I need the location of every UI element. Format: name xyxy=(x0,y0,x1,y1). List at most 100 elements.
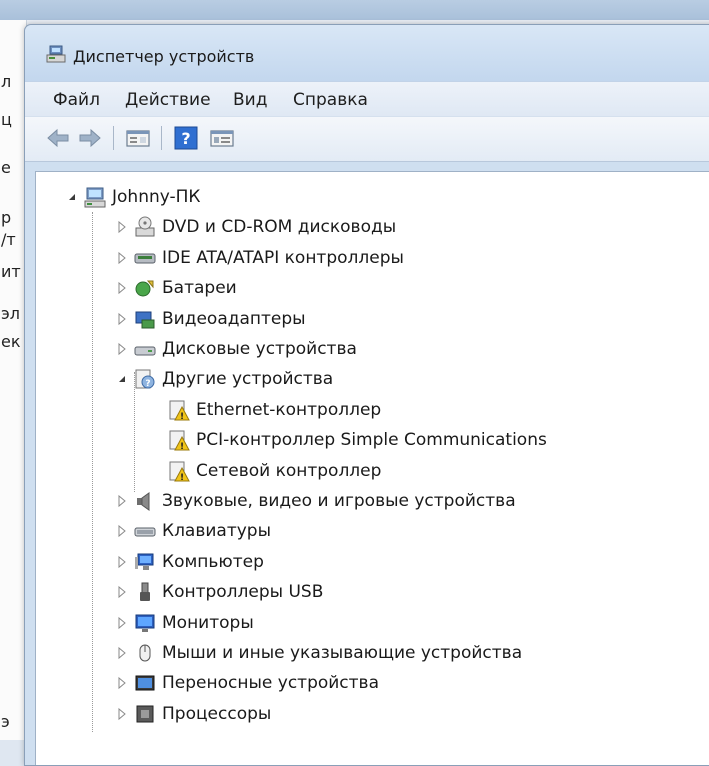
tree-label: Другие устройства xyxy=(162,369,334,390)
collapse-arrow-icon[interactable] xyxy=(64,189,80,205)
collapse-arrow-icon[interactable] xyxy=(114,371,130,387)
view-icon[interactable] xyxy=(209,126,235,150)
background-text: р xyxy=(1,208,12,227)
expand-arrow-icon[interactable] xyxy=(114,341,130,357)
tree-category-node[interactable]: Звуковые, видео и игровые устройства xyxy=(114,486,516,516)
tree-category-node[interactable]: Мыши и иные указывающие устройства xyxy=(114,638,522,668)
tree-device-node[interactable]: ! Ethernet-контроллер xyxy=(148,395,381,425)
tree-label: Видеоадаптеры xyxy=(162,308,306,329)
battery-icon xyxy=(135,280,154,297)
toolbar-separator xyxy=(161,126,162,150)
tree-label: Johnny-ПК xyxy=(112,187,201,207)
tree-label: IDE ATA/ATAPI контроллеры xyxy=(162,247,404,268)
tree-label: Мыши и иные указывающие устройства xyxy=(162,643,523,663)
keyboard-icon xyxy=(134,527,156,537)
menu-file[interactable]: Файл xyxy=(53,90,100,110)
tree-label: Сетевой контроллер xyxy=(196,460,382,481)
toolbar: ? xyxy=(25,116,709,162)
tree-label: PCI-контроллер Simple Communications xyxy=(196,430,547,451)
tree-label: Процессоры xyxy=(162,703,272,724)
expand-arrow-icon[interactable] xyxy=(114,493,130,509)
tree-connector xyxy=(134,372,135,492)
tree-label: DVD и CD-ROM дисководы xyxy=(162,217,397,238)
tree-category-node[interactable]: IDE ATA/ATAPI контроллеры xyxy=(114,243,404,273)
tree-label: Клавиатуры xyxy=(162,521,272,542)
toolbar-separator xyxy=(113,126,114,150)
menu-help[interactable]: Справка xyxy=(293,90,368,110)
tree-label: Звуковые, видео и игровые устройства xyxy=(162,491,516,511)
tree-category-node[interactable]: Батареи xyxy=(114,273,237,303)
tree-category-node[interactable]: Клавиатуры xyxy=(114,516,271,546)
ide-controller-icon xyxy=(134,253,156,264)
disk-drive-icon xyxy=(134,346,156,356)
computer-icon xyxy=(135,553,154,570)
tree-device-node[interactable]: ! Сетевой контроллер xyxy=(148,456,381,486)
expand-arrow-icon[interactable] xyxy=(114,311,130,327)
unknown-device-icon: ? xyxy=(135,369,155,389)
svg-text:!: ! xyxy=(180,412,184,421)
warning-device-icon: ! xyxy=(169,400,190,421)
expand-arrow-icon[interactable] xyxy=(114,615,130,631)
dvd-drive-icon xyxy=(135,216,155,237)
tree-category-node[interactable]: Переносные устройства xyxy=(114,668,379,698)
warning-device-icon: ! xyxy=(169,430,190,451)
device-tree[interactable]: Johnny-ПК DVD и CD-ROM дисководы IDE ATA/A… xyxy=(35,171,709,765)
tree-category-node[interactable]: Мониторы xyxy=(114,608,254,638)
svg-text:!: ! xyxy=(180,473,184,482)
tree-category-node[interactable]: DVD и CD-ROM дисководы xyxy=(114,212,396,242)
svg-text:!: ! xyxy=(180,442,184,451)
background-text: ит xyxy=(1,262,21,281)
menubar: Файл Действие Вид Справка xyxy=(25,81,709,116)
menu-action[interactable]: Действие xyxy=(125,90,211,110)
mouse-icon xyxy=(139,644,151,662)
tree-label: Компьютер xyxy=(162,551,264,572)
window-title: Диспетчер устройств xyxy=(73,47,255,66)
expand-arrow-icon[interactable] xyxy=(114,584,130,600)
background-text: ц xyxy=(1,110,12,129)
back-icon[interactable] xyxy=(45,126,71,150)
help-icon[interactable]: ? xyxy=(173,126,199,150)
tree-root-node[interactable]: Johnny-ПК xyxy=(64,182,201,212)
forward-icon[interactable] xyxy=(77,126,103,150)
background-titlebar xyxy=(0,0,709,20)
background-left-strip: л ц е р/т ит эл ек э xyxy=(0,20,27,740)
svg-text:?: ? xyxy=(145,379,150,389)
device-manager-icon xyxy=(46,45,66,63)
expand-arrow-icon[interactable] xyxy=(114,219,130,235)
tree-label: Мониторы xyxy=(162,612,254,633)
tree-category-node[interactable]: ? Другие устройства xyxy=(114,364,333,394)
expand-arrow-icon[interactable] xyxy=(114,280,130,296)
expand-arrow-icon[interactable] xyxy=(114,706,130,722)
tree-category-node[interactable]: Контроллеры USB xyxy=(114,577,323,607)
tree-category-node[interactable]: Дисковые устройства xyxy=(114,334,357,364)
tree-device-node[interactable]: ! PCI-контроллер Simple Communications xyxy=(148,425,547,455)
background-text: л xyxy=(1,72,12,91)
tree-category-node[interactable]: Компьютер xyxy=(114,547,264,577)
tree-connector xyxy=(92,212,93,732)
tree-category-node[interactable]: Видеоадаптеры xyxy=(114,304,306,334)
background-text: /т xyxy=(1,230,16,249)
expand-arrow-icon[interactable] xyxy=(114,645,130,661)
background-text: е xyxy=(1,158,11,177)
expand-arrow-icon[interactable] xyxy=(114,675,130,691)
expand-arrow-icon[interactable] xyxy=(114,250,130,266)
processor-icon xyxy=(136,705,154,723)
portable-device-icon xyxy=(135,675,155,691)
svg-text:?: ? xyxy=(181,129,190,148)
monitor-icon xyxy=(135,614,155,632)
tree-label: Дисковые устройства xyxy=(162,339,357,359)
warning-device-icon: ! xyxy=(169,461,190,482)
tree-label: Батареи xyxy=(162,278,237,299)
speaker-icon xyxy=(137,492,150,511)
device-manager-window: Диспетчер устройств Файл Действие Вид Сп… xyxy=(24,24,709,766)
menu-view[interactable]: Вид xyxy=(233,90,267,110)
background-text: э xyxy=(1,712,10,731)
tree-category-node[interactable]: Процессоры xyxy=(114,699,271,729)
titlebar[interactable]: Диспетчер устройств xyxy=(25,25,709,81)
tree-label: Переносные устройства xyxy=(162,673,379,694)
background-text: ек xyxy=(1,332,21,351)
tree-label: Контроллеры USB xyxy=(162,582,324,603)
properties-icon[interactable] xyxy=(125,126,151,150)
expand-arrow-icon[interactable] xyxy=(114,523,130,539)
expand-arrow-icon[interactable] xyxy=(114,554,130,570)
